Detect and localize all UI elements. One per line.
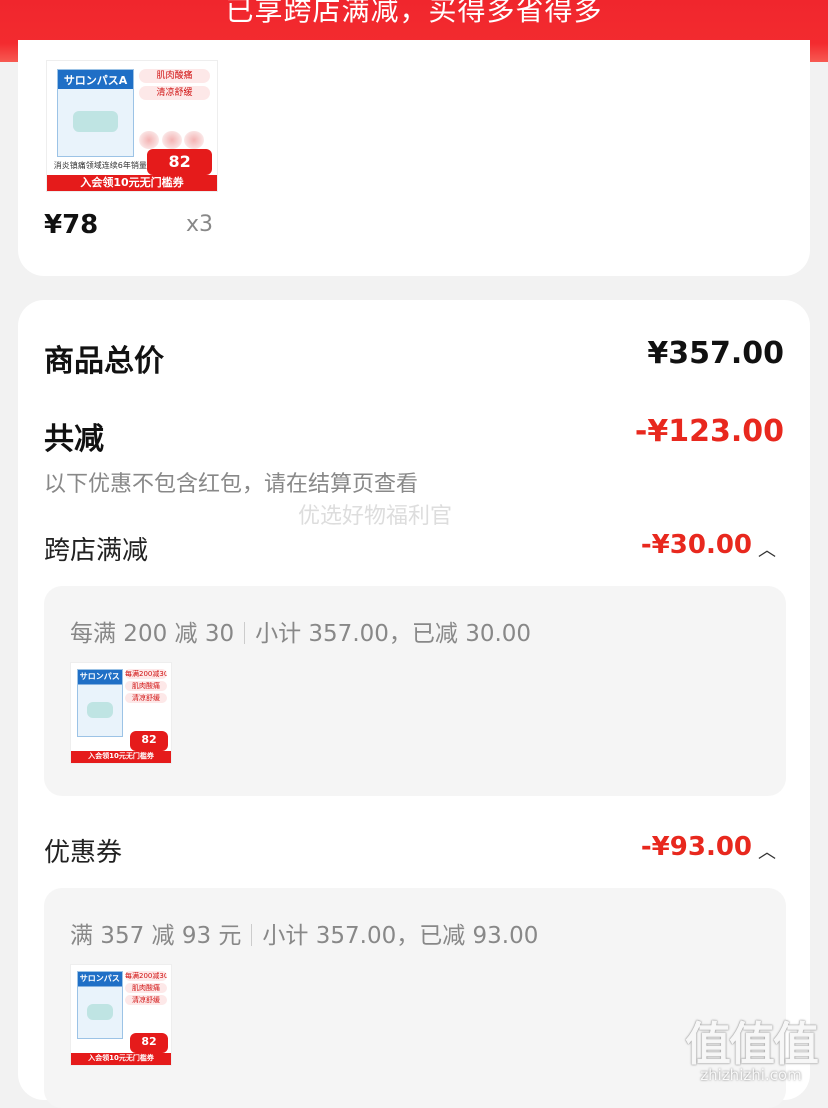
discount-note: 以下优惠不包含红包，请在结算页查看: [44, 472, 419, 497]
cross-store-detail: 每满 200 减 30 小计 357.00，已减 30.00 サロンパスA 每满2…: [44, 586, 786, 796]
divider: [244, 622, 246, 644]
image-price-badge: 82: [130, 731, 168, 751]
box-title: サロンパスA: [79, 974, 120, 984]
coupon-label[interactable]: 优惠券: [44, 832, 122, 869]
chevron-up-icon[interactable]: ︿: [758, 536, 776, 562]
overlay-watermark: 优选好物福利官: [298, 504, 453, 529]
reduce-label: 共减: [44, 422, 104, 457]
promo-strip: 入会领10元无门槛券: [71, 1053, 171, 1065]
patch-graphic: [86, 1003, 114, 1020]
benefit-tag: 肌肉酸痛: [125, 983, 167, 994]
cross-store-value[interactable]: -¥30.00: [641, 530, 752, 560]
usage-dots: [138, 131, 210, 150]
chevron-up-icon[interactable]: ︿: [758, 838, 776, 864]
total-value: ¥357.00: [647, 336, 784, 371]
cross-store-summary: 每满 200 减 30 小计 357.00，已减 30.00: [70, 614, 531, 648]
patch-graphic: [86, 701, 114, 718]
benefit-tag: 清凉舒缓: [125, 995, 167, 1006]
cross-store-label[interactable]: 跨店满减: [44, 530, 148, 567]
image-heading: 每满200减30: [125, 971, 167, 981]
price-detail-card: 商品总价 ¥357.00 共减 -¥123.00 以下优惠不包含红包，请在结算页…: [18, 300, 810, 1108]
coupon-rule: 满 357 减 93 元: [70, 923, 242, 949]
product-quantity: x3: [186, 212, 214, 237]
divider: [251, 924, 253, 946]
image-price-badge: 82: [147, 149, 212, 176]
product-box-graphic: サロンパスA: [77, 971, 123, 1039]
image-price-badge: 82: [130, 1033, 168, 1053]
benefit-tag: 清凉舒缓: [125, 693, 167, 704]
box-title: サロンパスA: [63, 73, 128, 87]
image-heading: 每满200减30: [125, 669, 167, 679]
benefit-tags: 肌肉酸痛 清凉舒缓: [138, 68, 211, 104]
patch-graphic: [73, 110, 119, 132]
coupon-value[interactable]: -¥93.00: [641, 832, 752, 862]
promo-strip: 入会领10元无门槛券: [47, 175, 217, 191]
product-box-graphic: サロンパスA: [77, 669, 123, 737]
coupon-detail-text: 小计 357.00，已减 93.00: [262, 923, 539, 949]
product-card: サロンパスA 肌肉酸痛 清凉舒缓 消炎镇痛领域连续6年销量NO.1 82 入会领…: [18, 40, 810, 276]
total-label: 商品总价: [44, 344, 164, 379]
product-image[interactable]: サロンパスA 肌肉酸痛 清凉舒缓 消炎镇痛领域连续6年销量NO.1 82 入会领…: [46, 60, 218, 192]
product-price: ¥78: [44, 210, 99, 240]
benefit-tags: 每满200减30 肌肉酸痛 清凉舒缓: [125, 971, 167, 1007]
reduce-value: -¥123.00: [634, 414, 784, 449]
product-box-graphic: サロンパスA: [57, 68, 134, 157]
coupon-summary: 满 357 减 93 元小计 357.00，已减 93.00: [70, 916, 538, 950]
benefit-tag: 肌肉酸痛: [125, 681, 167, 692]
benefit-tags: 每满200减30 肌肉酸痛 清凉舒缓: [125, 669, 167, 705]
promo-strip: 入会领10元无门槛券: [71, 751, 171, 763]
box-title: サロンパスA: [79, 672, 120, 682]
benefit-tag: 清凉舒缓: [138, 86, 211, 101]
coupon-detail: 满 357 减 93 元小计 357.00，已减 93.00 サロンパスA 每满…: [44, 888, 786, 1108]
watermark-brand: 值值值: [685, 1017, 819, 1071]
product-thumbnail[interactable]: サロンパスA 每满200减30 肌肉酸痛 清凉舒缓 82 入会领10元无门槛券: [70, 964, 172, 1066]
watermark-url: zhizhizhi.com: [700, 1066, 802, 1084]
cross-store-rule: 每满 200 减 30: [70, 621, 235, 647]
product-thumbnail[interactable]: サロンパスA 每满200减30 肌肉酸痛 清凉舒缓 82 入会领10元无门槛券: [70, 662, 172, 764]
site-watermark: 值值值 zhizhizhi.com: [676, 1008, 826, 1092]
cross-store-detail-text: 小计 357.00，已减 30.00: [255, 621, 532, 647]
benefit-tag: 肌肉酸痛: [138, 68, 211, 83]
banner-text: 已享跨店满减，买得多省得多: [225, 0, 603, 27]
